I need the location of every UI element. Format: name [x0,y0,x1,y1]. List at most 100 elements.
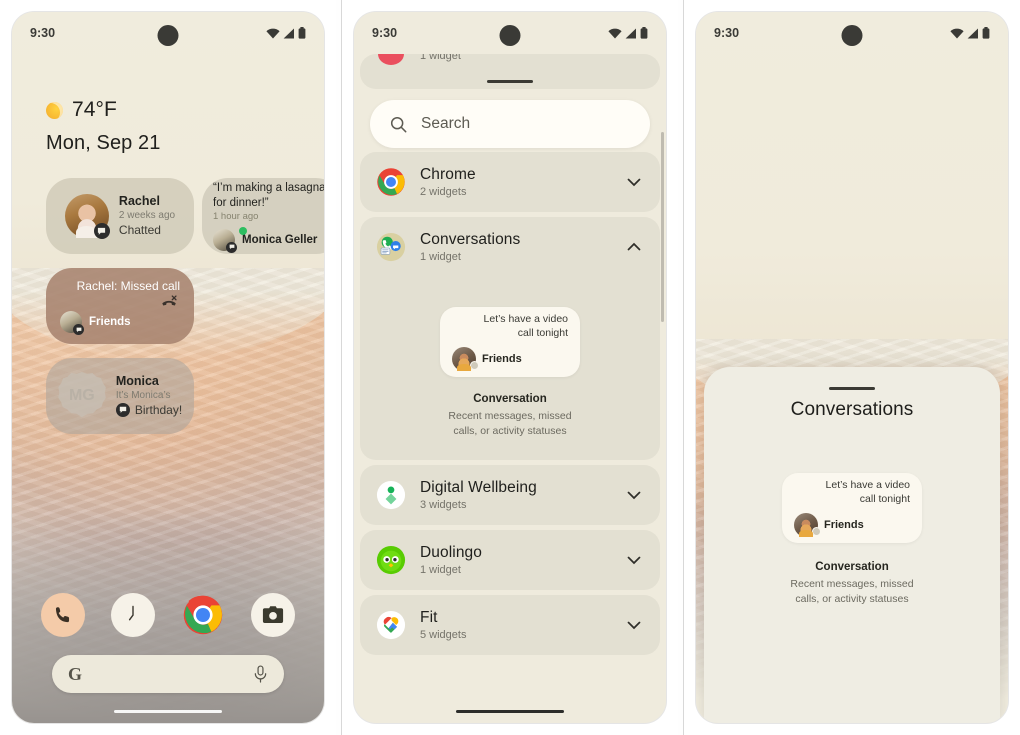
app-row-digital-wellbeing[interactable]: Digital Wellbeing 3 widgets [360,465,660,526]
chevron-down-icon[interactable] [624,172,644,192]
chevron-down-icon[interactable] [624,615,644,635]
phone-1-home-screen: 9:30 74°F Mon, Sep 21 Rachel 2 weeks ago… [0,0,336,735]
conversation-widget-monica-birthday[interactable]: MG Monica It’s Monica’s Birthday! [46,358,194,434]
navigation-gesture-bar[interactable] [456,709,564,713]
status-line-1: It’s Monica’s [115,389,171,401]
message-icon [93,223,110,239]
status-time: 9:30 [30,26,56,40]
search-placeholder: Search [421,115,471,132]
widget-count: 1 widget [420,54,461,62]
widget-description-line-2: calls, or activity statuses [453,424,567,437]
dock-item-camera[interactable] [251,593,295,637]
partial-app-row-top[interactable]: 1 widget [360,54,660,89]
sun-icon [46,101,63,119]
chrome-icon [183,595,223,635]
widget-count: 1 widget [420,564,461,577]
temperature-label: 74°F [72,98,117,121]
message-icon [73,324,84,335]
app-row-fit[interactable]: Fit 5 widgets [360,595,660,656]
microphone-icon[interactable] [253,664,268,684]
phone-icon [55,607,70,623]
wifi-icon [608,28,622,38]
timestamp: 1 hour ago [213,210,259,222]
app-row-chrome[interactable]: Chrome 2 widgets [360,152,660,212]
action-label: Chatted [118,223,161,238]
conversations-icon [376,232,406,262]
missed-call-title: Rachel: Missed call [76,279,180,293]
app-row-duolingo[interactable]: Duolingo 1 widget [360,530,660,591]
camera-punchhole-icon [841,25,863,46]
chevron-down-icon[interactable] [624,485,644,505]
widget-description-line-2: calls, or activity statuses [795,592,909,605]
at-a-glance-widget[interactable]: 74°F Mon, Sep 21 [46,98,161,155]
conversation-widget-monica-geller[interactable]: “I’m making a lasagna for dinner!” 1 hou… [202,178,324,254]
conversation-widget-preview[interactable]: Let’s have a video call tonight Friends [440,307,580,377]
status-bar: 9:30 [12,12,324,54]
chevron-down-icon[interactable] [624,550,644,570]
google-search-bar[interactable]: G [52,655,284,693]
conversation-widget-missed-call[interactable]: Rachel: Missed call Friends [46,268,194,344]
status-badge-icon [812,526,821,536]
camera-punchhole-icon [499,25,521,46]
app-name: Chrome [420,166,476,183]
preview-message-line-1: Let’s have a video [483,313,568,326]
preview-contact-name: Friends [824,518,864,531]
conversation-widget-preview[interactable]: Let’s have a video call tonight Friends [782,473,922,543]
dock-item-clock[interactable] [111,593,155,637]
message-icon [226,241,237,253]
missed-call-icon [162,295,177,306]
conversation-widget-rachel[interactable]: Rachel 2 weeks ago Chatted [46,178,194,254]
widget-description-line-1: Recent messages, missed [448,410,572,422]
sheet-drag-handle[interactable] [829,387,875,390]
screen-2: 9:30 1 widget Search Chrome 2 widgets Co… [354,12,666,723]
vertical-scrollbar[interactable] [661,132,664,322]
avatar [213,226,247,253]
sheet-drag-handle[interactable] [487,80,533,83]
search-input[interactable]: Search [370,100,650,148]
app-name: Conversations [420,231,521,248]
signal-icon [283,28,294,38]
widget-label: Conversation [815,561,889,573]
status-icons [950,27,990,39]
status-badge-icon [470,360,479,370]
google-logo-icon: G [68,663,83,684]
dock-item-chrome[interactable] [181,593,225,637]
avatar-initials-label: MG [68,387,95,404]
widget-count: 1 widget [420,251,461,263]
preview-contact-name: Friends [482,352,522,365]
preview-message-line-2: call tonight [859,493,910,505]
widget-preview-area: Let’s have a video call tonight Friends … [360,277,660,460]
chevron-up-icon[interactable] [624,237,644,257]
phone-3-conversations-sheet: 9:30 Conversations Let’s have a video ca… [684,0,1020,735]
app-dock [12,593,324,637]
status-icons [266,27,306,39]
sheet-title: Conversations [790,399,914,420]
calendar-icon [376,54,406,72]
app-name: Fit [420,609,438,627]
fit-icon [376,610,406,640]
navigation-gesture-bar[interactable] [114,709,222,713]
wifi-icon [266,28,280,38]
panel-divider [683,0,684,735]
avatar [452,346,479,371]
timestamp: 2 weeks ago [118,209,176,221]
avatar-initials: MG [58,372,106,418]
widget-label: Conversation [473,393,547,405]
group-name: Friends [89,316,131,328]
contact-name: Rachel [118,194,160,209]
dock-item-phone[interactable] [41,593,85,637]
chrome-icon [376,167,406,197]
three-phone-screenshots: 9:30 74°F Mon, Sep 21 Rachel 2 weeks ago… [0,0,1020,735]
group-avatar [60,311,84,335]
signal-icon [625,28,636,38]
message-quote: “I’m making a lasagna for dinner!” [213,182,324,209]
contact-name: Monica [115,374,159,389]
screen-3: 9:30 Conversations Let’s have a video ca… [696,12,1008,723]
app-row-conversations[interactable]: Conversations 1 widget Let’s have a vide… [360,217,660,461]
widget-count: 3 widgets [420,499,467,512]
signal-icon [967,28,978,38]
app-widget-list[interactable]: Chrome 2 widgets Conversations 1 widget … [354,152,666,723]
avatar [64,194,110,239]
conversations-bottom-sheet: Conversations Let’s have a video call to… [704,367,1000,723]
search-icon [390,116,407,132]
